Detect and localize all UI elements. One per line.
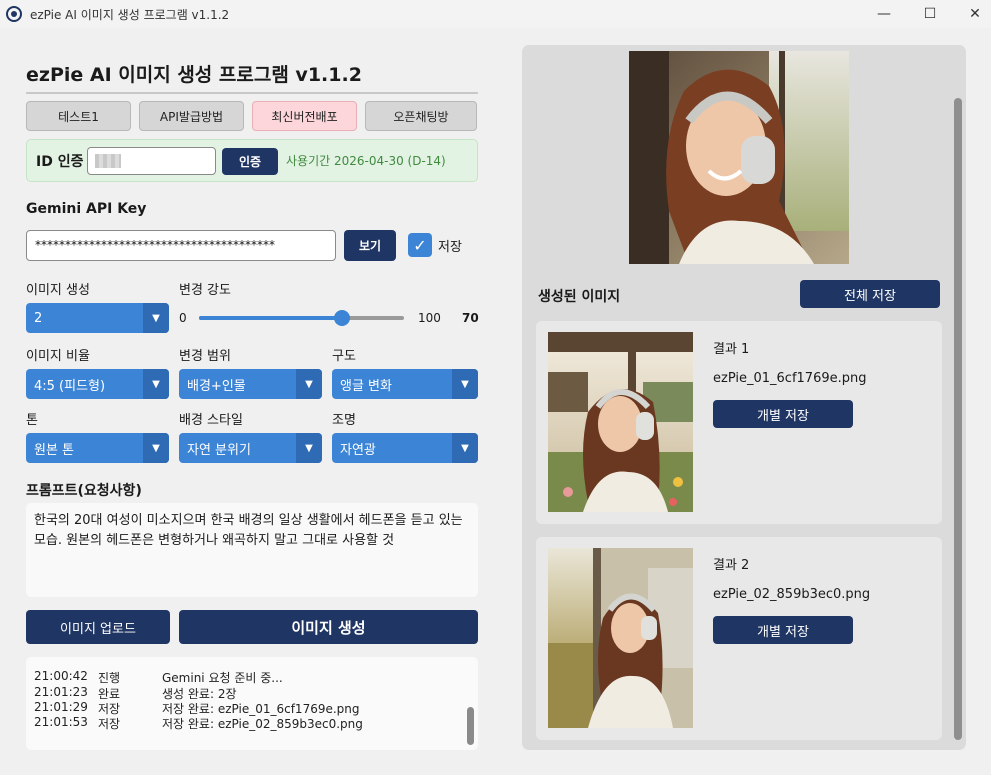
lighting-label: 조명 [332,413,356,428]
auth-button[interactable]: 인증 [222,148,278,175]
result-image-2[interactable] [548,548,693,728]
composition-select-value: 앵글 변화 [340,378,392,394]
bg-style-select[interactable]: 자연 분위기 ▼ [179,433,322,463]
log-status: 저장 [98,717,121,731]
auth-label: ID 인증 [36,154,84,170]
check-icon: ✓ [413,235,427,255]
chevron-down-icon: ▼ [143,303,169,333]
ratio-label: 이미지 비율 [26,349,90,364]
log-message: 저장 완료: ezPie_02_859b3ec0.png [162,717,363,731]
result-filename: ezPie_02_859b3ec0.png [713,587,871,602]
result-filename: ezPie_01_6cf1769e.png [713,371,867,386]
window-title: ezPie AI 이미지 생성 프로그램 v1.1.2 [30,7,230,22]
scope-select-value: 배경+인물 [187,378,246,394]
count-select[interactable]: 2 ▼ [26,303,169,333]
show-key-button[interactable]: 보기 [344,230,396,261]
strength-value: 70 [462,311,479,325]
save-result-button[interactable]: 개별 저장 [713,400,853,428]
chevron-down-icon: ▼ [452,369,478,399]
composition-label: 구도 [332,349,356,364]
title-divider [26,92,478,94]
id-input-value-blurred [95,154,121,168]
close-button[interactable]: ✕ [952,0,991,28]
scope-select[interactable]: 배경+인물 ▼ [179,369,322,399]
log-status: 진행 [98,671,121,685]
strength-slider-handle[interactable] [334,310,350,326]
source-image [629,51,849,264]
tone-select-value: 원본 톤 [34,442,75,458]
ratio-select-value: 4:5 (피드형) [34,378,106,394]
tab-api-guide[interactable]: API발급방법 [139,101,244,131]
generate-image-button[interactable]: 이미지 생성 [179,610,478,644]
log-message: Gemini 요청 준비 중... [162,671,283,685]
save-key-label: 저장 [438,240,462,255]
tone-select[interactable]: 원본 톤 ▼ [26,433,169,463]
ratio-select[interactable]: 4:5 (피드형) ▼ [26,369,169,399]
count-label: 이미지 생성 [26,283,90,298]
tab-test1[interactable]: 테스트1 [26,101,131,131]
api-key-input[interactable]: **************************************** [26,230,336,261]
chevron-down-icon: ▼ [143,433,169,463]
prompt-textarea[interactable]: 한국의 20대 여성이 미소지으며 한국 배경의 일상 생활에서 헤드폰을 듣고… [26,503,478,597]
results-label: 생성된 이미지 [538,289,621,305]
chevron-down-icon: ▼ [452,433,478,463]
chevron-down-icon: ▼ [143,369,169,399]
bg-style-label: 배경 스타일 [179,413,243,428]
log-time: 21:01:23 [34,685,88,699]
upload-image-button[interactable]: 이미지 업로드 [26,610,170,644]
strength-slider-fill [199,316,342,320]
prompt-label: 프롬프트(요청사항) [26,483,142,499]
tab-open-chat[interactable]: 오픈채팅방 [365,101,477,131]
log-panel[interactable]: 21:00:42 진행 Gemini 요청 준비 중... 21:01:23 완… [26,657,478,750]
log-scrollbar[interactable] [467,707,474,745]
count-select-value: 2 [34,310,43,326]
strength-max: 100 [418,311,441,325]
tab-latest-release[interactable]: 최신버전배포 [252,101,357,131]
scope-label: 변경 범위 [179,349,231,364]
log-time: 21:01:53 [34,715,88,729]
composition-select[interactable]: 앵글 변화 ▼ [332,369,478,399]
strength-label: 변경 강도 [179,283,231,298]
lighting-select[interactable]: 자연광 ▼ [332,433,478,463]
chevron-down-icon: ▼ [296,369,322,399]
maximize-button[interactable]: ☐ [907,0,953,28]
bg-style-select-value: 자연 분위기 [187,442,251,458]
log-time: 21:00:42 [34,669,88,683]
save-key-checkbox[interactable]: ✓ [408,233,432,257]
log-time: 21:01:29 [34,700,88,714]
auth-period: 사용기간 2026-04-30 (D-14) [286,154,446,168]
page-title: ezPie AI 이미지 생성 프로그램 v1.1.2 [26,64,362,86]
minimize-button[interactable]: — [861,0,907,28]
strength-min: 0 [179,311,187,325]
api-key-label: Gemini API Key [26,201,147,217]
title-bar: ezPie AI 이미지 생성 프로그램 v1.1.2 — ☐ ✕ [0,0,991,28]
chevron-down-icon: ▼ [296,433,322,463]
save-result-button[interactable]: 개별 저장 [713,616,853,644]
save-all-button[interactable]: 전체 저장 [800,280,940,308]
result-image-1[interactable] [548,332,693,512]
result-title: 결과 1 [713,342,750,357]
result-title: 결과 2 [713,558,750,573]
tone-label: 톤 [26,413,38,428]
results-scrollbar[interactable] [954,98,962,740]
app-icon [6,6,22,22]
lighting-select-value: 자연광 [340,442,376,458]
